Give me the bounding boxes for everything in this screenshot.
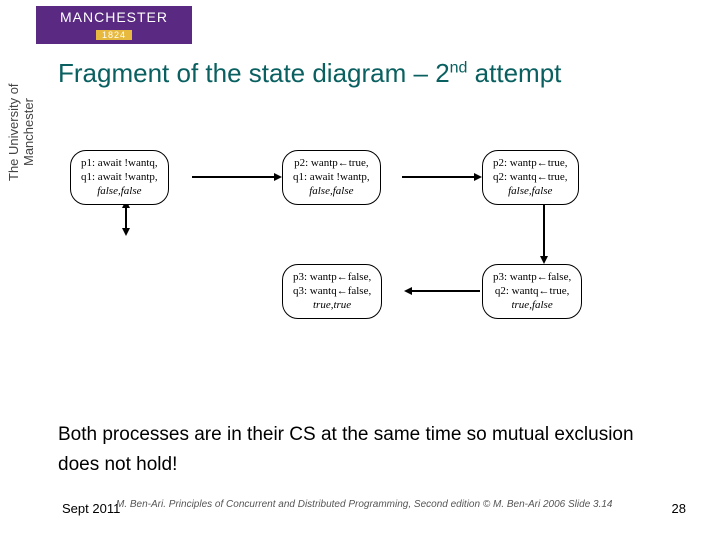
state-node-2: p2: wantp←true, q1: await !wantp, false,… [282,150,381,205]
state-line: p1: await !wantq, [81,157,158,171]
state-line: q3: wantq←false, [293,285,371,299]
state-line: p2: wantp←true, [493,157,568,171]
arrow-head-left-icon [404,287,412,295]
arrow-head-down-icon [122,228,130,236]
footer-date: Sept 2011 [62,501,120,516]
footer-credit: M. Ben-Ari. Principles of Concurrent and… [116,499,613,510]
state-values: true,true [293,299,371,313]
state-line: p3: wantp←false, [293,271,371,285]
logo-year: 1824 [96,30,132,40]
arrow-line [402,176,478,178]
state-values: false,false [81,185,158,199]
arrow-line [410,290,480,292]
title-suffix: attempt [467,58,561,88]
state-node-4: p3: wantp←false, q3: wantq←false, true,t… [282,264,382,319]
state-node-3: p2: wantp←true, q2: wantq←true, false,fa… [482,150,579,205]
state-values: true,false [493,299,571,313]
state-values: false,false [293,185,370,199]
state-line: q2: wantq←true, [493,171,568,185]
arrow-head-right-icon [274,173,282,181]
page-number: 28 [672,501,686,516]
slide-title: Fragment of the state diagram – 2nd atte… [58,58,561,89]
side-institution-text: The University of Manchester [6,52,28,212]
state-diagram: p1: await !wantq, q1: await !wantp, fals… [70,150,670,370]
arrow-head-down-icon [540,256,548,264]
state-line: p3: wantp←false, [493,271,571,285]
state-line: q1: await !wantp, [81,171,158,185]
state-node-5: p3: wantp←false, q2: wantq←true, true,fa… [482,264,582,319]
title-prefix: Fragment of the state diagram – 2 [58,58,450,88]
arrow-head-right-icon [474,173,482,181]
state-values: false,false [493,185,568,199]
logo-text: MANCHESTER [36,9,192,25]
title-superscript: nd [450,59,468,76]
arrow-line [543,204,545,260]
state-line: q2: wantq←true, [493,285,571,299]
state-line: q1: await !wantp, [293,171,370,185]
arrow-line [192,176,278,178]
state-node-1: p1: await !wantq, q1: await !wantp, fals… [70,150,169,205]
conclusion-text: Both processes are in their CS at the sa… [58,420,658,481]
state-line: p2: wantp←true, [293,157,370,171]
university-logo: MANCHESTER 1824 [36,6,192,44]
